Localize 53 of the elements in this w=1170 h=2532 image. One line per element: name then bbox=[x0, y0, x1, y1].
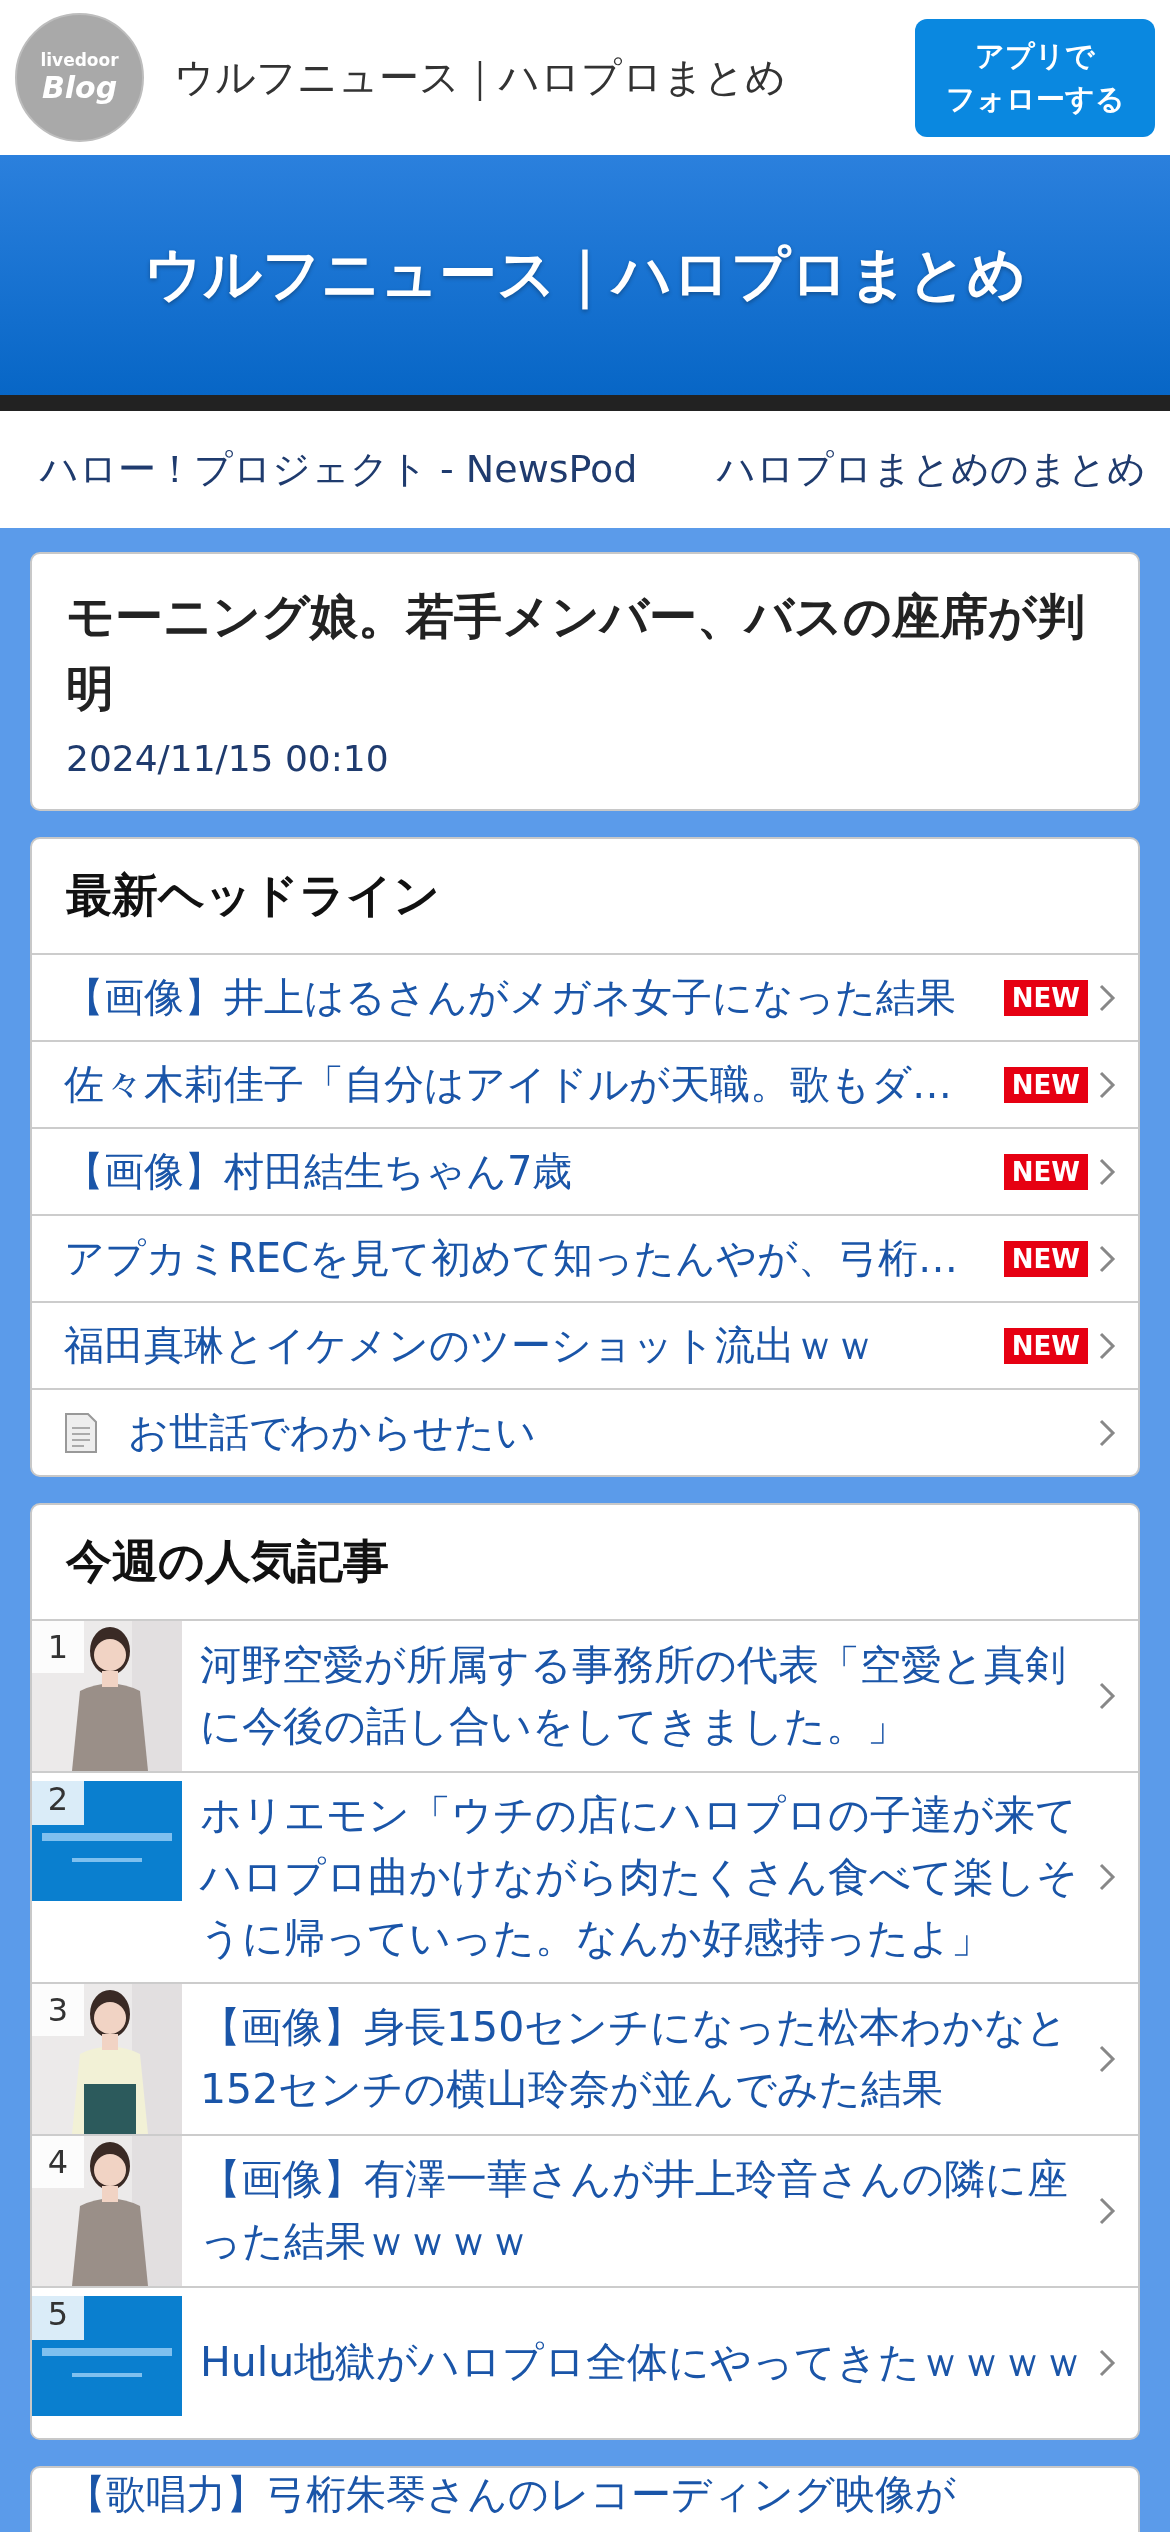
headline-item[interactable]: お世話でわからせたい bbox=[32, 1388, 1138, 1475]
headline-item[interactable]: 佐々木莉佳子「自分はアイドルが天職。歌もダ… NEW bbox=[32, 1040, 1138, 1127]
chevron-right-icon bbox=[1098, 1069, 1116, 1100]
headline-text: アプカミRECを見て初めて知ったんやが、弓桁… bbox=[64, 1234, 959, 1283]
chevron-right-icon bbox=[1098, 982, 1116, 1013]
headline-text: 福田真琳とイケメンのツーショット流出ｗｗ bbox=[64, 1321, 876, 1370]
rank-number: 3 bbox=[32, 1983, 84, 2036]
new-badge: NEW bbox=[1003, 1240, 1088, 1277]
nav-link[interactable]: ハロプロまとめのまとめ bbox=[717, 444, 1147, 495]
chevron-right-icon bbox=[1098, 2347, 1116, 2378]
popular-item[interactable]: 5 Hulu地獄がハロプロ全体にやってきたｗｗｗｗ bbox=[32, 2285, 1138, 2438]
banner-title: ウルフニュース｜ハロプロまとめ bbox=[144, 239, 1026, 312]
popular-title: 【画像】有澤一華さんが井上玲音さんの隣に座った結果ｗｗｗｗ bbox=[199, 2154, 1069, 2267]
headline-item[interactable]: 【画像】井上はるさんがメガネ女子になった結果 NEW bbox=[32, 955, 1138, 1040]
chevron-right-icon bbox=[1098, 1156, 1116, 1187]
popular-title: 【画像】身長150センチになった松本わかなと152センチの横山玲奈が並んでみた結果 bbox=[199, 2002, 1070, 2115]
headline-item[interactable]: アプカミRECを見て初めて知ったんやが、弓桁… NEW bbox=[32, 1214, 1138, 1301]
rank-number: 1 bbox=[32, 1621, 84, 1673]
logo-caption: livedoor bbox=[40, 50, 119, 70]
nav-link[interactable]: ハロー！プロジェクト - NewsPod bbox=[40, 444, 638, 495]
logo-text: Blog bbox=[41, 70, 118, 105]
popular-item[interactable]: 2 ホリエモン「ウチの店にハロプロの子達が来てハロプロ曲かけながら肉たくさん食べて楽しそうに帰っていった。なんか好感持ったよ」 bbox=[32, 1771, 1138, 1982]
chevron-right-icon bbox=[1098, 2195, 1116, 2226]
headline-item[interactable]: 【画像】村田結生ちゃん7歳 NEW bbox=[32, 1127, 1138, 1214]
rank-number: 4 bbox=[32, 2135, 84, 2188]
chevron-right-icon bbox=[1098, 1862, 1116, 1893]
popular-item[interactable]: 4 【画像】有澤一華さんが井上玲音さんの隣に座った結果ｗｗｗｗ bbox=[32, 2133, 1138, 2286]
new-badge: NEW bbox=[1003, 979, 1088, 1016]
new-badge: NEW bbox=[1003, 1327, 1088, 1364]
chevron-right-icon bbox=[1098, 1330, 1116, 1361]
article-card[interactable]: 【歌唱力】弓桁朱琴さんのレコーディング映像が bbox=[30, 2465, 1140, 2532]
site-title: ウルフニュース｜ハロプロまとめ bbox=[174, 53, 787, 103]
popular-item[interactable]: 1 河野空愛が所属する事務所の代表「空愛と真剣に今後の話し合いをしてきました。」 bbox=[32, 1621, 1138, 1771]
chevron-right-icon bbox=[1098, 1243, 1116, 1274]
document-icon bbox=[64, 1411, 98, 1454]
section-title: 最新ヘッドライン bbox=[32, 839, 1138, 955]
new-badge: NEW bbox=[1003, 1066, 1088, 1103]
article-title: モーニング娘。若手メンバー、バスの座席が判明 bbox=[65, 587, 1086, 718]
headline-text: 【画像】井上はるさんがメガネ女子になった結果 bbox=[64, 973, 957, 1022]
popular-title: Hulu地獄がハロプロ全体にやってきたｗｗｗｗ bbox=[199, 2336, 1086, 2388]
chevron-right-icon bbox=[1098, 2043, 1116, 2074]
follow-button[interactable]: アプリで フォローする bbox=[915, 18, 1155, 137]
popular-item[interactable]: 3 【画像】身長150センチになった松本わかなと152センチの横山玲奈が並んでみた結果 bbox=[32, 1981, 1138, 2134]
headline-item[interactable]: 福田真琳とイケメンのツーショット流出ｗｗ NEW bbox=[32, 1301, 1138, 1388]
headline-text: 佐々木莉佳子「自分はアイドルが天職。歌もダ… bbox=[64, 1060, 953, 1109]
popular-title: ホリエモン「ウチの店にハロプロの子達が来てハロプロ曲かけながら肉たくさん食べて楽しそうに帰っていった。なんか好感持ったよ」 bbox=[198, 1790, 1079, 1964]
article-date: 2024/11/15 00:10 bbox=[65, 737, 390, 781]
headline-text: 【画像】村田結生ちゃん7歳 bbox=[64, 1147, 574, 1196]
new-badge: NEW bbox=[1003, 1153, 1088, 1190]
headline-text: お世話でわからせたい bbox=[128, 1408, 537, 1457]
chevron-right-icon bbox=[1098, 1681, 1116, 1711]
chevron-right-icon bbox=[1098, 1417, 1116, 1448]
popular-title: 河野空愛が所属する事務所の代表「空愛と真剣に今後の話し合いをしてきました。」 bbox=[199, 1639, 1067, 1752]
